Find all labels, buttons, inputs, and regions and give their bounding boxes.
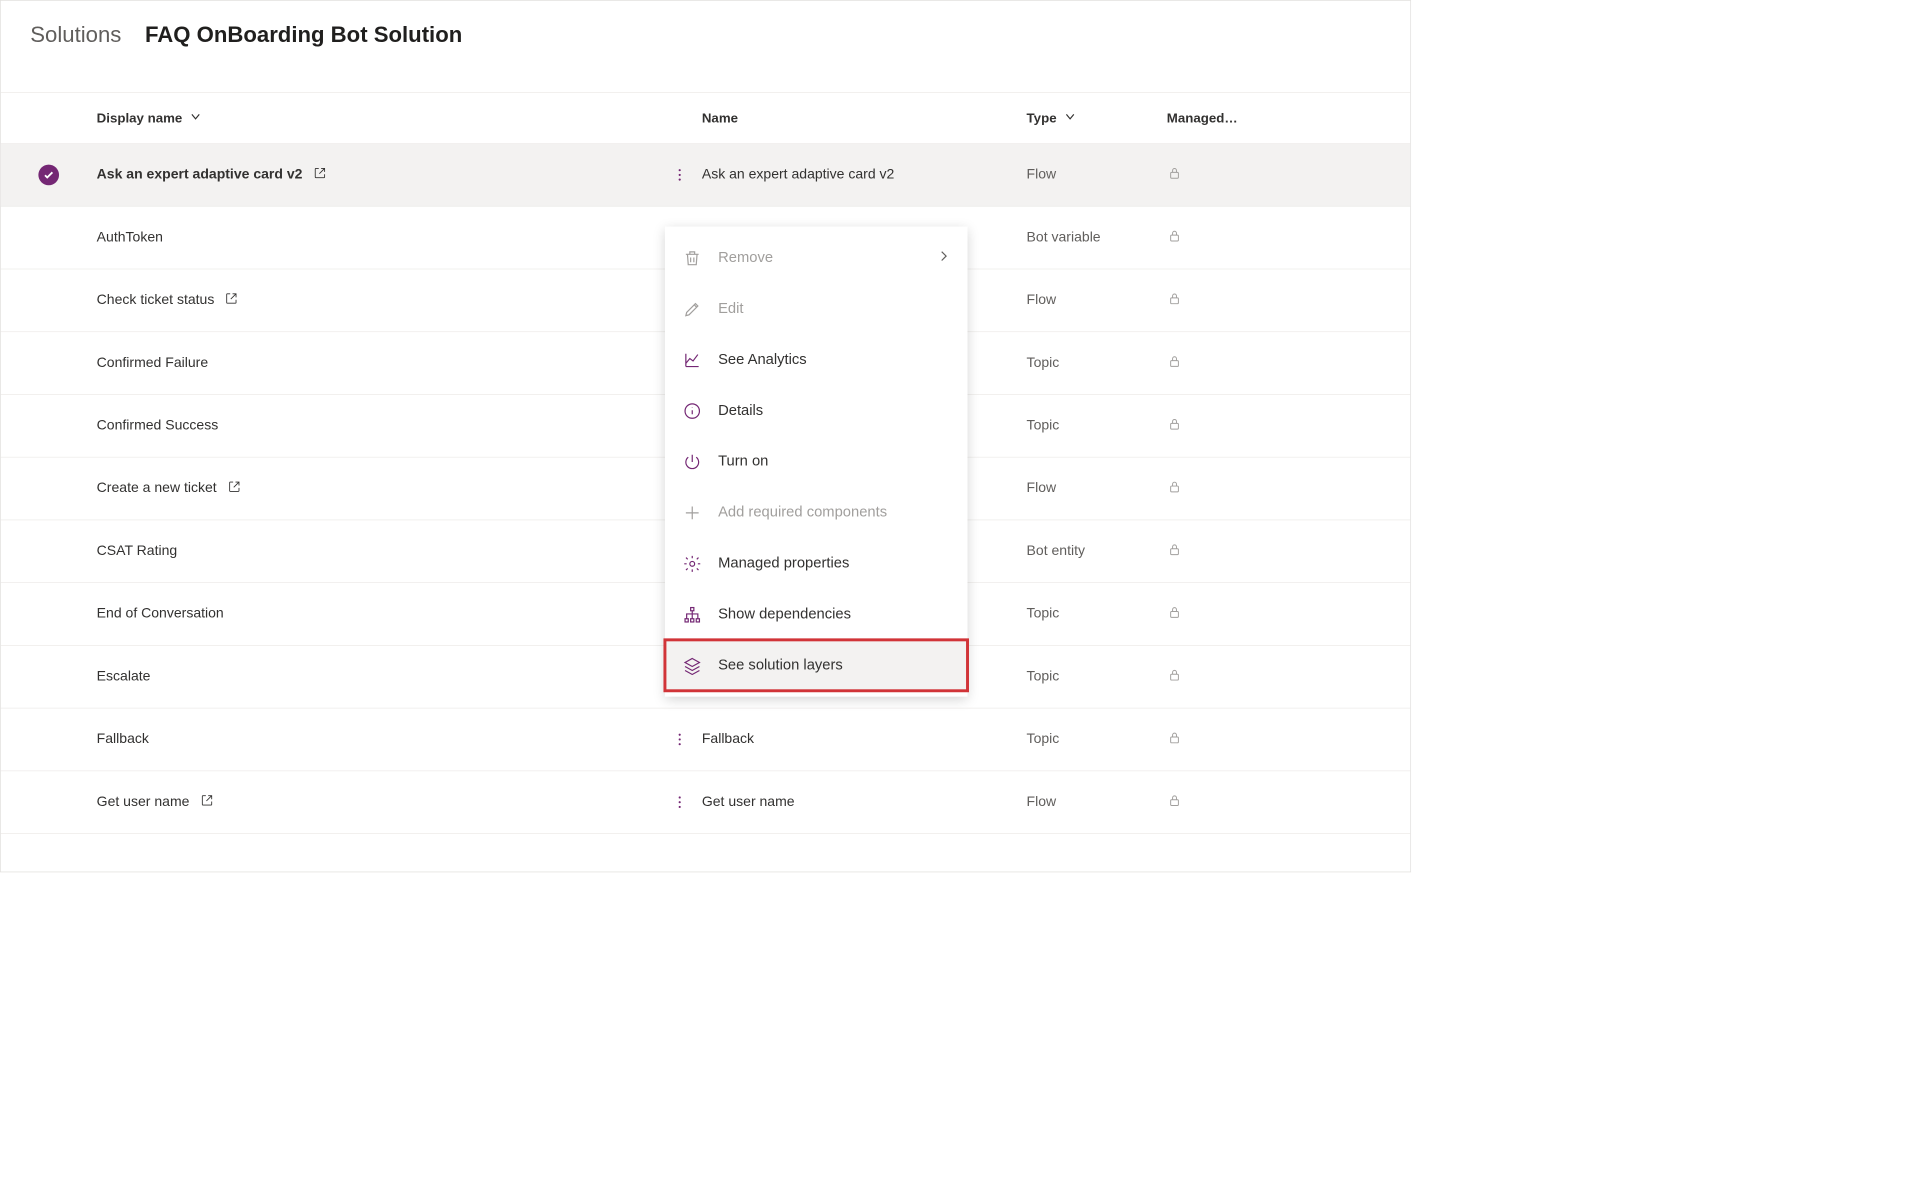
managed-cell (1167, 541, 1359, 561)
col-type[interactable]: Type (1027, 110, 1167, 125)
col-name[interactable]: Name (702, 110, 1027, 125)
menu-item-label: Remove (718, 249, 773, 266)
lock-icon (1167, 416, 1182, 436)
lock-icon (1167, 604, 1182, 624)
menu-item-label: Turn on (718, 453, 768, 470)
chevron-down-icon (1064, 110, 1076, 125)
breadcrumb-root[interactable]: Solutions (30, 23, 121, 48)
chevron-down-icon (190, 110, 202, 125)
display-name-cell[interactable]: Confirmed Failure (97, 355, 658, 371)
menu-item-label: See solution layers (718, 657, 843, 674)
lock-icon (1167, 479, 1182, 499)
table-row[interactable]: Get user nameGet user nameFlow (1, 771, 1411, 834)
more-actions-button[interactable] (658, 794, 702, 810)
menu-item-remove: Remove (665, 232, 968, 283)
menu-item-add-required-components: Add required components (665, 487, 968, 538)
menu-item-managed-properties[interactable]: Managed properties (665, 538, 968, 589)
menu-item-label: Managed properties (718, 555, 849, 572)
menu-item-see-solution-layers[interactable]: See solution layers (665, 640, 968, 691)
display-name-cell[interactable]: CSAT Rating (97, 543, 658, 559)
display-name-cell[interactable]: Get user name (97, 793, 658, 811)
trash-icon (683, 248, 702, 267)
type-cell: Bot variable (1027, 230, 1167, 246)
menu-item-details[interactable]: Details (665, 385, 968, 436)
display-name-cell[interactable]: AuthToken (97, 230, 658, 246)
type-cell: Topic (1027, 355, 1167, 371)
name-cell: Fallback (702, 731, 1027, 747)
menu-item-label: Details (718, 402, 763, 419)
col-display-name[interactable]: Display name (97, 110, 658, 125)
lock-icon (1167, 730, 1182, 750)
managed-cell (1167, 353, 1359, 373)
managed-cell (1167, 416, 1359, 436)
external-link-icon (200, 793, 214, 811)
lock-icon (1167, 541, 1182, 561)
menu-item-see-analytics[interactable]: See Analytics (665, 334, 968, 385)
table-row[interactable]: FallbackFallbackTopic (1, 708, 1411, 771)
gear-icon (683, 554, 702, 573)
context-menu: Remove Edit See Analytics Details Turn on Add… (665, 227, 968, 697)
lock-icon (1167, 228, 1182, 248)
table-header: Display name Name Type Managed… (1, 92, 1411, 144)
lock-icon (1167, 290, 1182, 310)
type-cell: Topic (1027, 731, 1167, 747)
display-name-cell[interactable]: End of Conversation (97, 606, 658, 622)
managed-cell (1167, 228, 1359, 248)
managed-cell (1167, 290, 1359, 310)
type-cell: Topic (1027, 606, 1167, 622)
col-managed[interactable]: Managed… (1167, 110, 1359, 125)
name-cell: Get user name (702, 794, 1027, 810)
hierarchy-icon (683, 605, 702, 624)
managed-cell (1167, 479, 1359, 499)
menu-item-label: Show dependencies (718, 606, 851, 623)
display-name-cell[interactable]: Fallback (97, 731, 658, 747)
managed-cell (1167, 165, 1359, 185)
more-actions-button[interactable] (658, 167, 702, 183)
info-icon (683, 401, 702, 420)
name-cell: Ask an expert adaptive card v2 (702, 167, 1027, 183)
more-actions-button[interactable] (658, 731, 702, 747)
managed-cell (1167, 604, 1359, 624)
menu-item-label: See Analytics (718, 351, 807, 368)
type-cell: Bot entity (1027, 543, 1167, 559)
pencil-icon (683, 299, 702, 318)
display-name-cell[interactable]: Ask an expert adaptive card v2 (97, 166, 658, 184)
display-name-cell[interactable]: Check ticket status (97, 291, 658, 309)
breadcrumb-current: FAQ OnBoarding Bot Solution (145, 23, 462, 48)
display-name-cell[interactable]: Confirmed Success (97, 418, 658, 434)
managed-cell (1167, 730, 1359, 750)
external-link-icon (227, 479, 241, 497)
type-cell: Flow (1027, 292, 1167, 308)
type-cell: Topic (1027, 669, 1167, 685)
breadcrumb: Solutions FAQ OnBoarding Bot Solution (1, 1, 1411, 93)
display-name-cell[interactable]: Create a new ticket (97, 479, 658, 497)
type-cell: Topic (1027, 418, 1167, 434)
menu-item-show-dependencies[interactable]: Show dependencies (665, 589, 968, 640)
table-row[interactable]: Ask an expert adaptive card v2 Ask an exp… (1, 144, 1411, 207)
managed-cell (1167, 667, 1359, 687)
managed-cell (1167, 792, 1359, 812)
checkmark-icon[interactable] (38, 165, 59, 186)
type-cell: Flow (1027, 480, 1167, 496)
type-cell: Flow (1027, 167, 1167, 183)
external-link-icon (225, 291, 239, 309)
menu-item-label: Edit (718, 300, 743, 317)
lock-icon (1167, 165, 1182, 185)
plus-icon (683, 503, 702, 522)
lock-icon (1167, 667, 1182, 687)
analytics-icon (683, 350, 702, 369)
lock-icon (1167, 353, 1182, 373)
lock-icon (1167, 792, 1182, 812)
external-link-icon (313, 166, 327, 184)
menu-item-turn-on[interactable]: Turn on (665, 436, 968, 487)
layers-icon (683, 656, 702, 675)
menu-item-edit: Edit (665, 283, 968, 334)
power-icon (683, 452, 702, 471)
type-cell: Flow (1027, 794, 1167, 810)
chevron-right-icon (938, 249, 950, 266)
display-name-cell[interactable]: Escalate (97, 669, 658, 685)
menu-item-label: Add required components (718, 504, 887, 521)
